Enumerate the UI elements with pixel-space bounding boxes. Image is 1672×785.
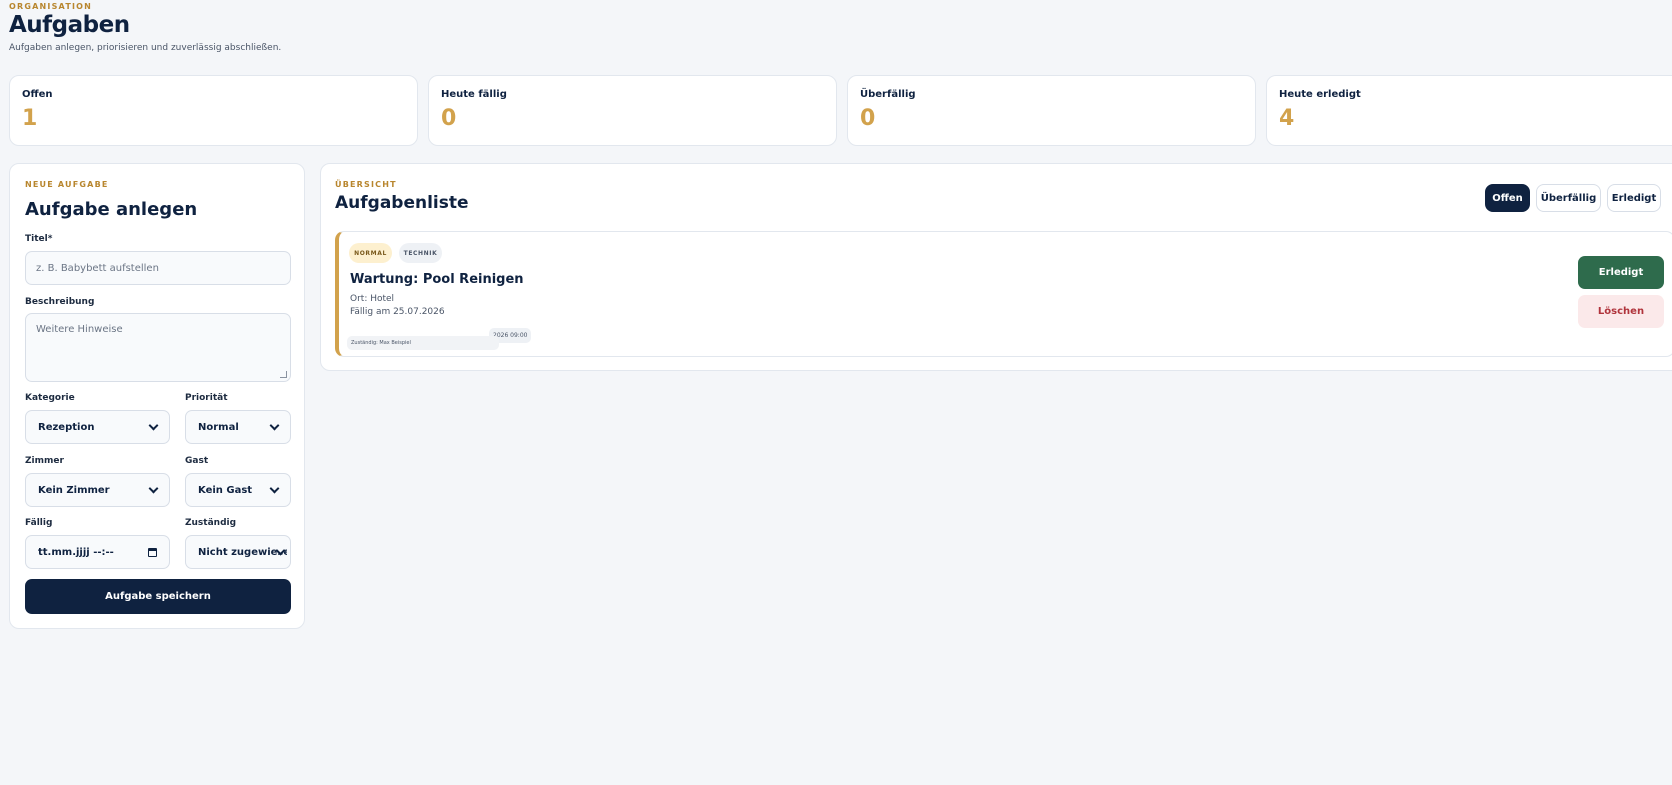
priority-badge: NORMAL (349, 243, 392, 263)
priority-value: Normal (198, 421, 239, 433)
stat-card-due-today: Heute fällig 0 (428, 75, 837, 146)
due-datetime-input[interactable]: tt.mm.jjjj --:-- (25, 535, 170, 569)
form-eyebrow: NEUE AUFGABE (25, 180, 109, 189)
save-task-button[interactable]: Aufgabe speichern (25, 579, 291, 614)
guest-select[interactable]: Kein Gast (185, 473, 291, 507)
title-placeholder: z. B. Babybett aufstellen (36, 262, 159, 274)
room-label: Zimmer (25, 456, 64, 466)
stat-card-open: Offen 1 (9, 75, 418, 146)
priority-label: Priorität (185, 393, 228, 403)
task-due: Fällig am 25.07.2026 (350, 307, 445, 317)
title-input[interactable]: z. B. Babybett aufstellen (25, 251, 291, 285)
stat-value: 4 (1279, 106, 1295, 131)
assignee-select[interactable]: Nicht zugewiesen (185, 535, 291, 569)
page-title: Aufgaben (9, 12, 130, 38)
list-eyebrow: ÜBERSICHT (335, 180, 397, 189)
resize-handle-icon[interactable] (280, 371, 287, 378)
stat-value: 0 (860, 106, 876, 131)
page-subtitle: Aufgaben anlegen, priorisieren und zuver… (9, 43, 282, 53)
stat-value: 1 (22, 106, 38, 131)
list-title: Aufgabenliste (335, 193, 469, 213)
chevron-down-icon (148, 483, 159, 493)
task-title: Wartung: Pool Reinigen (350, 272, 524, 287)
new-task-card: NEUE AUFGABE Aufgabe anlegen Titel* z. B… (9, 163, 305, 629)
calendar-icon[interactable] (148, 547, 157, 557)
stat-label: Heute fällig (441, 89, 507, 100)
category-value: Rezeption (38, 421, 95, 433)
filter-overdue-button[interactable]: Überfällig (1536, 184, 1601, 212)
page-eyebrow: ORGANISATION (9, 2, 93, 11)
task-item: NORMAL TECHNIK Wartung: Pool Reinigen Or… (335, 231, 1672, 357)
stat-card-overdue: Überfällig 0 (847, 75, 1256, 146)
task-assignee-chip: Zuständig: Max Beispiel (347, 336, 499, 350)
chevron-down-icon (148, 420, 159, 430)
title-label: Titel* (25, 234, 53, 244)
filter-open-button[interactable]: Offen (1485, 184, 1530, 212)
chevron-down-icon (269, 483, 280, 493)
form-title: Aufgabe anlegen (25, 199, 198, 220)
delete-button[interactable]: Löschen (1578, 295, 1664, 328)
chevron-down-icon (269, 420, 280, 430)
guest-value: Kein Gast (198, 484, 253, 496)
mark-done-button[interactable]: Erledigt (1578, 256, 1664, 289)
stat-card-done-today: Heute erledigt 4 (1266, 75, 1672, 146)
stat-label: Überfällig (860, 89, 916, 100)
category-select[interactable]: Rezeption (25, 410, 170, 444)
due-value: tt.mm.jjjj --:-- (38, 546, 114, 558)
assignee-label: Zuständig (185, 518, 237, 528)
filter-done-button[interactable]: Erledigt (1607, 184, 1661, 212)
description-placeholder: Weitere Hinweise (36, 324, 123, 335)
stat-label: Offen (22, 89, 53, 100)
description-label: Beschreibung (25, 297, 95, 307)
task-list-card: ÜBERSICHT Aufgabenliste Offen Überfällig… (320, 163, 1672, 371)
category-label: Kategorie (25, 393, 75, 403)
assignee-value: Nicht zugewiesen (198, 546, 287, 558)
page-header: ORGANISATION Aufgaben Aufgaben anlegen, … (9, 2, 281, 53)
stat-label: Heute erledigt (1279, 89, 1361, 100)
category-badge: TECHNIK (399, 243, 442, 263)
guest-label: Gast (185, 456, 209, 466)
description-textarea[interactable]: Weitere Hinweise (25, 313, 291, 382)
due-label: Fällig (25, 518, 53, 528)
room-value: Kein Zimmer (38, 484, 110, 496)
priority-select[interactable]: Normal (185, 410, 291, 444)
stat-value: 0 (441, 106, 457, 131)
task-location: Ort: Hotel (350, 294, 395, 304)
room-select[interactable]: Kein Zimmer (25, 473, 170, 507)
